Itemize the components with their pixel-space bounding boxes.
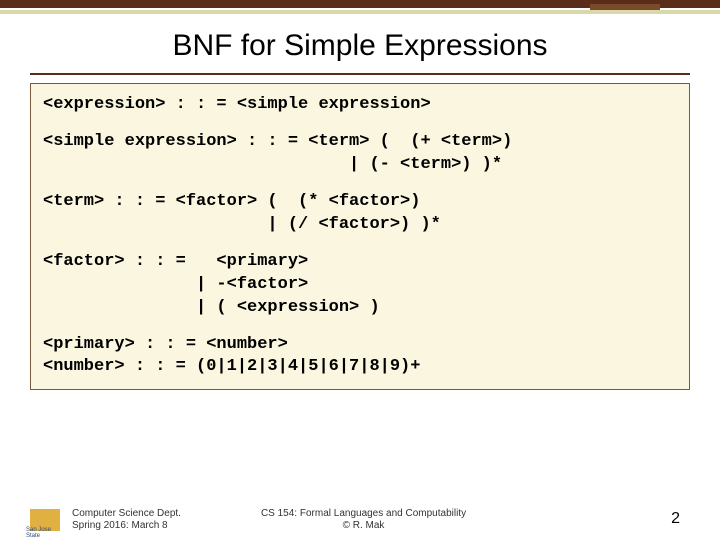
rule-primary-number: <primary> : : = <number> <number> : : = …: [43, 334, 677, 380]
footer-center: CS 154: Formal Languages and Computabili…: [261, 508, 466, 532]
bnf-content-box: <expression> : : = <simple expression> <…: [30, 83, 690, 390]
accent-bar: [0, 10, 720, 14]
footer-dept: Computer Science Dept.: [72, 508, 181, 520]
page-number: 2: [671, 510, 680, 528]
footer-date: Spring 2016: March 8: [72, 520, 181, 532]
footer-author: © R. Mak: [261, 520, 466, 532]
rule-expression: <expression> : : = <simple expression>: [43, 94, 677, 117]
university-name: San Jose State: [26, 527, 66, 539]
title-divider: [30, 73, 690, 75]
footer: San Jose State Computer Science Dept. Sp…: [0, 508, 720, 532]
slide-title: BNF for Simple Expressions: [0, 29, 720, 63]
footer-course: CS 154: Formal Languages and Computabili…: [261, 508, 466, 520]
rule-term: <term> : : = <factor> ( (* <factor>) | (…: [43, 191, 677, 237]
rule-factor: <factor> : : = <primary> | -<factor> | (…: [43, 251, 677, 320]
rule-simple-expression: <simple expression> : : = <term> ( (+ <t…: [43, 131, 677, 177]
university-logo-icon: San Jose State: [30, 509, 60, 531]
footer-left: Computer Science Dept. Spring 2016: Marc…: [72, 508, 181, 532]
